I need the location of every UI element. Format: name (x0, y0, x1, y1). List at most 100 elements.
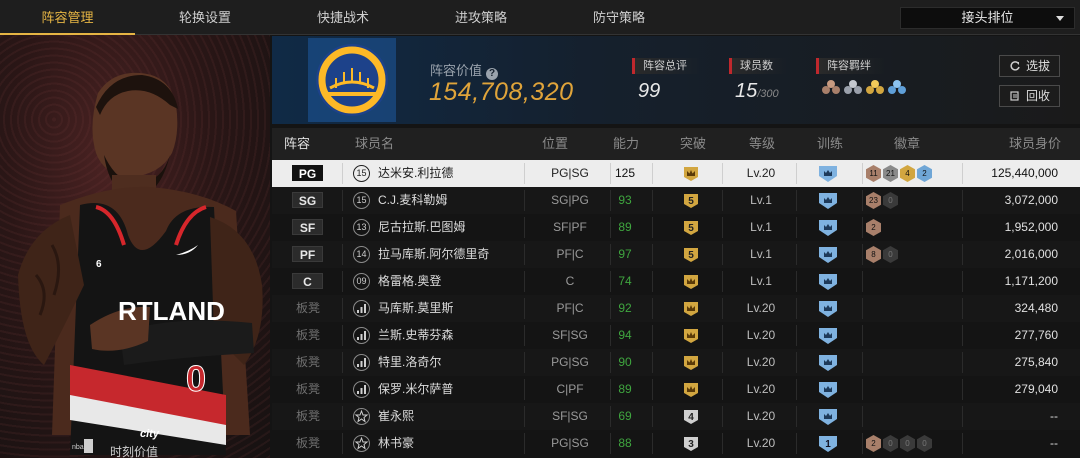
breakthrough-level-text: 5 (688, 250, 694, 261)
column-divider (796, 244, 797, 265)
breakthrough-level-icon: 4 (684, 410, 698, 424)
tab-defense-strategy[interactable]: 防守策略 (564, 0, 674, 35)
tab-offense-strategy[interactable]: 进攻策略 (426, 0, 536, 35)
player-position: SF|PF (553, 220, 587, 234)
col-position[interactable]: 位置 (542, 128, 568, 160)
nba-logo-text: nba (72, 444, 84, 451)
training-shield-icon[interactable] (818, 354, 838, 372)
training-shield-icon[interactable] (818, 327, 838, 345)
table-row[interactable]: SF 13 尼古拉斯.巴图姆 SF|PF 89 5 Lv.1 2 1,952,000 (272, 214, 1080, 241)
slot-bench-label[interactable]: 板凳 (288, 322, 328, 349)
bond-blue-icon[interactable] (888, 80, 906, 98)
slot-badge[interactable]: SF (292, 219, 323, 235)
table-row[interactable]: 板凳 保罗.米尔萨普 C|PF 89 Lv.20 279,040 (272, 376, 1080, 403)
player-position: PF|C (556, 301, 584, 315)
tab-rotation-settings[interactable]: 轮换设置 (150, 0, 260, 35)
player-count-max: /300 (757, 88, 779, 100)
slot-badge[interactable]: PG (292, 165, 323, 181)
training-shield-icon[interactable] (818, 219, 838, 237)
lineup-value-label-text: 阵容价值 (430, 63, 483, 78)
column-divider (342, 217, 343, 238)
slot-badge[interactable]: C (292, 273, 323, 289)
slot-bench-label[interactable]: 板凳 (288, 376, 328, 403)
player-worth: 1,952,000 (1004, 220, 1058, 234)
recycle-icon (1010, 91, 1019, 101)
col-breakthrough[interactable]: 突破 (680, 128, 706, 160)
column-divider (342, 379, 343, 400)
player-name[interactable]: 保罗.米尔萨普 (378, 376, 528, 403)
table-row[interactable]: 板凳 崔永熙 SF|SG 69 4 Lv.20 -- (272, 403, 1080, 430)
slot-bench-label[interactable]: 板凳 (288, 430, 328, 457)
signal-bars-icon (353, 381, 370, 398)
table-row[interactable]: PG 15 达米安.利拉德 PG|SG 125 Lv.20 11 21 4 2 125,440,00… (272, 160, 1080, 187)
select-button[interactable]: 选拔 (999, 55, 1060, 77)
training-shield-icon[interactable] (818, 192, 838, 210)
player-worth: 277,760 (1014, 328, 1058, 342)
training-shield-icon[interactable] (818, 273, 838, 291)
slot-bench-label[interactable]: 板凳 (288, 295, 328, 322)
col-player-name[interactable]: 球员名 (355, 128, 394, 160)
column-divider (796, 163, 797, 184)
bond-bronze-icon[interactable] (822, 80, 840, 98)
player-name[interactable]: 特里.洛奇尔 (378, 349, 528, 376)
player-name[interactable]: 林书豪 (378, 430, 528, 457)
tab-lineup-management[interactable]: 阵容管理 (0, 0, 135, 35)
table-row[interactable]: 板凳 特里.洛奇尔 PG|SG 90 Lv.20 275,840 (272, 349, 1080, 376)
player-name[interactable]: 马库斯.莫里斯 (378, 295, 528, 322)
sort-dropdown[interactable]: 接头排位 (900, 7, 1075, 29)
training-shield-icon[interactable] (818, 408, 838, 426)
table-row[interactable]: C 09 格雷格.奥登 C 74 Lv.1 1,171,200 (272, 268, 1080, 295)
bond-gold-icon[interactable] (866, 80, 884, 98)
column-divider (862, 325, 863, 346)
col-training[interactable]: 训练 (817, 128, 843, 160)
jersey-number-badge: 09 (353, 273, 370, 290)
player-position: PF|C (556, 247, 584, 261)
column-divider (342, 352, 343, 373)
badge-dark-icon: 0 (883, 435, 898, 452)
player-portrait[interactable]: RTLAND 0 6 city nba 时刻价值 (0, 35, 270, 458)
training-shield-icon[interactable]: 1 (818, 435, 838, 453)
player-name[interactable]: 拉马库斯.阿尔德里奇 (378, 241, 528, 268)
slot-badge[interactable]: PF (292, 246, 323, 262)
table-row[interactable]: 板凳 马库斯.莫里斯 PF|C 92 Lv.20 324,480 (272, 295, 1080, 322)
table-row[interactable]: 板凳 兰斯.史蒂芬森 SF|SG 94 Lv.20 277,760 (272, 322, 1080, 349)
recycle-button[interactable]: 回收 (999, 85, 1060, 107)
player-name[interactable]: C.J.麦科勒姆 (378, 187, 528, 214)
player-name[interactable]: 崔永熙 (378, 403, 528, 430)
column-divider (652, 217, 653, 238)
player-name[interactable]: 尼古拉斯.巴图姆 (378, 214, 528, 241)
table-row[interactable]: PF 14 拉马库斯.阿尔德里奇 PF|C 97 5 Lv.1 8 0 2,016,000 (272, 241, 1080, 268)
training-shield-icon[interactable] (818, 300, 838, 318)
table-row[interactable]: SG 15 C.J.麦科勒姆 SG|PG 93 5 Lv.1 23 0 3,072,000 (272, 187, 1080, 214)
badge-bronze-icon: 2 (866, 219, 881, 236)
badge-list[interactable]: 2000 (866, 435, 932, 458)
col-badges[interactable]: 徽章 (894, 128, 920, 160)
column-divider (722, 406, 723, 427)
table-row[interactable]: 板凳 林书豪 PG|SG 88 3 Lv.20 1 2 0 0 0 -- (272, 430, 1080, 457)
column-divider (652, 325, 653, 346)
col-lineup[interactable]: 阵容 (284, 128, 310, 160)
recycle-button-label: 回收 (1025, 89, 1050, 103)
col-level[interactable]: 等级 (749, 128, 775, 160)
training-shield-icon[interactable] (818, 165, 838, 183)
bond-silver-icon[interactable] (844, 80, 862, 98)
badge-dark-icon: 0 (883, 246, 898, 263)
training-shield-icon[interactable] (818, 381, 838, 399)
column-divider (722, 244, 723, 265)
column-divider (342, 433, 343, 454)
player-level: Lv.20 (746, 355, 776, 369)
player-ability: 89 (618, 220, 632, 234)
player-name[interactable]: 达米安.利拉德 (378, 160, 528, 187)
col-ability[interactable]: 能力 (613, 128, 639, 160)
column-divider (722, 190, 723, 211)
column-divider (796, 298, 797, 319)
tab-quick-tactics[interactable]: 快捷战术 (288, 0, 398, 35)
player-illustration: RTLAND 0 6 city nba (18, 72, 263, 455)
slot-bench-label[interactable]: 板凳 (288, 403, 328, 430)
slot-bench-label[interactable]: 板凳 (288, 349, 328, 376)
col-player-worth[interactable]: 球员身价 (1009, 128, 1061, 160)
slot-badge[interactable]: SG (292, 192, 323, 208)
player-name[interactable]: 格雷格.奥登 (378, 268, 528, 295)
training-shield-icon[interactable] (818, 246, 838, 264)
player-name[interactable]: 兰斯.史蒂芬森 (378, 322, 528, 349)
